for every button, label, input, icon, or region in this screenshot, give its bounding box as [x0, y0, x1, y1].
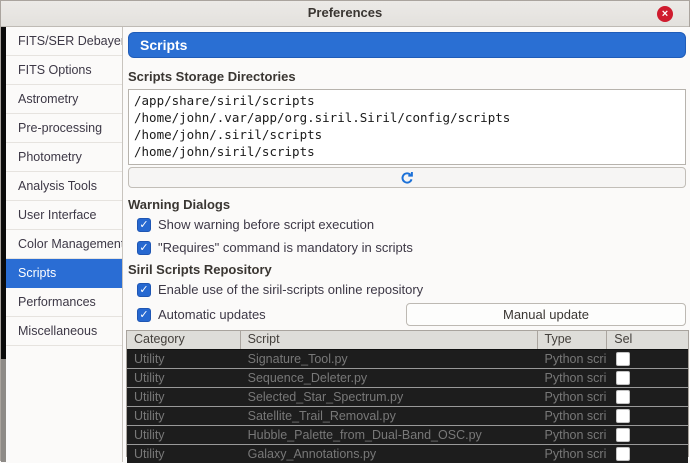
row-select-checkbox[interactable] — [616, 371, 630, 385]
row-select-checkbox[interactable] — [616, 428, 630, 442]
close-icon[interactable]: × — [657, 6, 673, 22]
cell-category: Utility — [127, 352, 241, 366]
title-bar: Preferences × — [1, 1, 689, 27]
cell-category: Utility — [127, 447, 241, 461]
cell-script: Selected_Star_Spectrum.py — [241, 390, 538, 404]
cell-script: Galaxy_Annotations.py — [241, 447, 538, 461]
page-title: Scripts — [128, 32, 686, 58]
table-row[interactable]: Utility Sequence_Deleter.py Python scrip… — [127, 369, 688, 388]
sidebar-item-scripts[interactable]: Scripts — [6, 259, 122, 288]
scripts-table: Category Script Type Sel Utility Signatu… — [126, 330, 689, 457]
enable-online-repo-label: Enable use of the siril-scripts online r… — [158, 282, 423, 297]
row-select-checkbox[interactable] — [616, 390, 630, 404]
script-path-line: /home/john/.siril/scripts — [134, 126, 680, 143]
sidebar-item-astrometry[interactable]: Astrometry — [6, 85, 122, 114]
show-warning-checkbox[interactable]: ✓ — [137, 218, 151, 232]
preferences-window: Preferences × FITS/SER Debayer FITS Opti… — [0, 0, 690, 461]
cell-category: Utility — [127, 371, 241, 385]
cell-script: Sequence_Deleter.py — [241, 371, 538, 385]
refresh-icon — [400, 171, 414, 185]
sidebar-item-miscellaneous[interactable]: Miscellaneous — [6, 317, 122, 346]
scripts-repository-label: Siril Scripts Repository — [128, 262, 272, 277]
row-select-checkbox[interactable] — [616, 352, 630, 366]
column-header-script[interactable]: Script — [241, 331, 538, 349]
sidebar-item-photometry[interactable]: Photometry — [6, 143, 122, 172]
preferences-sidebar: FITS/SER Debayer FITS Options Astrometry… — [6, 27, 123, 462]
table-row[interactable]: Utility Hubble_Palette_from_Dual-Band_OS… — [127, 426, 688, 445]
sidebar-item-performances[interactable]: Performances — [6, 288, 122, 317]
script-path-line: /app/share/siril/scripts — [134, 92, 680, 109]
cell-type: Python script — [538, 447, 608, 461]
cell-type: Python script — [538, 428, 608, 442]
table-header-row: Category Script Type Sel — [127, 331, 688, 350]
warning-dialogs-label: Warning Dialogs — [128, 197, 230, 212]
table-row[interactable]: Utility Satellite_Trail_Removal.py Pytho… — [127, 407, 688, 426]
enable-online-repo-checkbox[interactable]: ✓ — [137, 283, 151, 297]
table-row[interactable]: Utility Signature_Tool.py Python script — [127, 350, 688, 369]
sidebar-item-analysis-tools[interactable]: Analysis Tools — [6, 172, 122, 201]
cell-script: Signature_Tool.py — [241, 352, 538, 366]
script-paths-textarea[interactable]: /app/share/siril/scripts /home/john/.var… — [128, 89, 686, 165]
sidebar-item-fits-ser-debayer[interactable]: FITS/SER Debayer — [6, 27, 122, 56]
column-header-type[interactable]: Type — [538, 331, 608, 349]
script-path-line: /home/john/siril/scripts — [134, 143, 680, 160]
column-header-sel[interactable]: Sel — [607, 331, 688, 349]
requires-mandatory-label: "Requires" command is mandatory in scrip… — [158, 240, 413, 255]
cell-category: Utility — [127, 390, 241, 404]
row-select-checkbox[interactable] — [616, 447, 630, 461]
sidebar-item-color-management[interactable]: Color Management — [6, 230, 122, 259]
cell-script: Satellite_Trail_Removal.py — [241, 409, 538, 423]
script-path-line: /home/john/.var/app/org.siril.Siril/conf… — [134, 109, 680, 126]
cell-type: Python script — [538, 371, 608, 385]
cell-category: Utility — [127, 428, 241, 442]
cell-type: Python script — [538, 409, 608, 423]
column-header-category[interactable]: Category — [127, 331, 241, 349]
storage-directories-label: Scripts Storage Directories — [128, 69, 296, 84]
cell-type: Python script — [538, 390, 608, 404]
manual-update-button[interactable]: Manual update — [406, 303, 686, 326]
row-select-checkbox[interactable] — [616, 409, 630, 423]
sidebar-item-pre-processing[interactable]: Pre-processing — [6, 114, 122, 143]
sidebar-item-user-interface[interactable]: User Interface — [6, 201, 122, 230]
refresh-scripts-button[interactable] — [128, 167, 686, 188]
cell-script: Hubble_Palette_from_Dual-Band_OSC.py — [241, 428, 538, 442]
table-row[interactable]: Utility Galaxy_Annotations.py Python scr… — [127, 445, 688, 463]
scripts-panel: Scripts Scripts Storage Directories /app… — [123, 27, 690, 462]
cell-category: Utility — [127, 409, 241, 423]
automatic-updates-label: Automatic updates — [158, 307, 266, 322]
show-warning-label: Show warning before script execution — [158, 217, 374, 232]
table-row[interactable]: Utility Selected_Star_Spectrum.py Python… — [127, 388, 688, 407]
automatic-updates-checkbox[interactable]: ✓ — [137, 308, 151, 322]
cell-type: Python script — [538, 352, 608, 366]
sidebar-item-fits-options[interactable]: FITS Options — [6, 56, 122, 85]
window-title: Preferences — [1, 5, 689, 20]
requires-mandatory-checkbox[interactable]: ✓ — [137, 241, 151, 255]
